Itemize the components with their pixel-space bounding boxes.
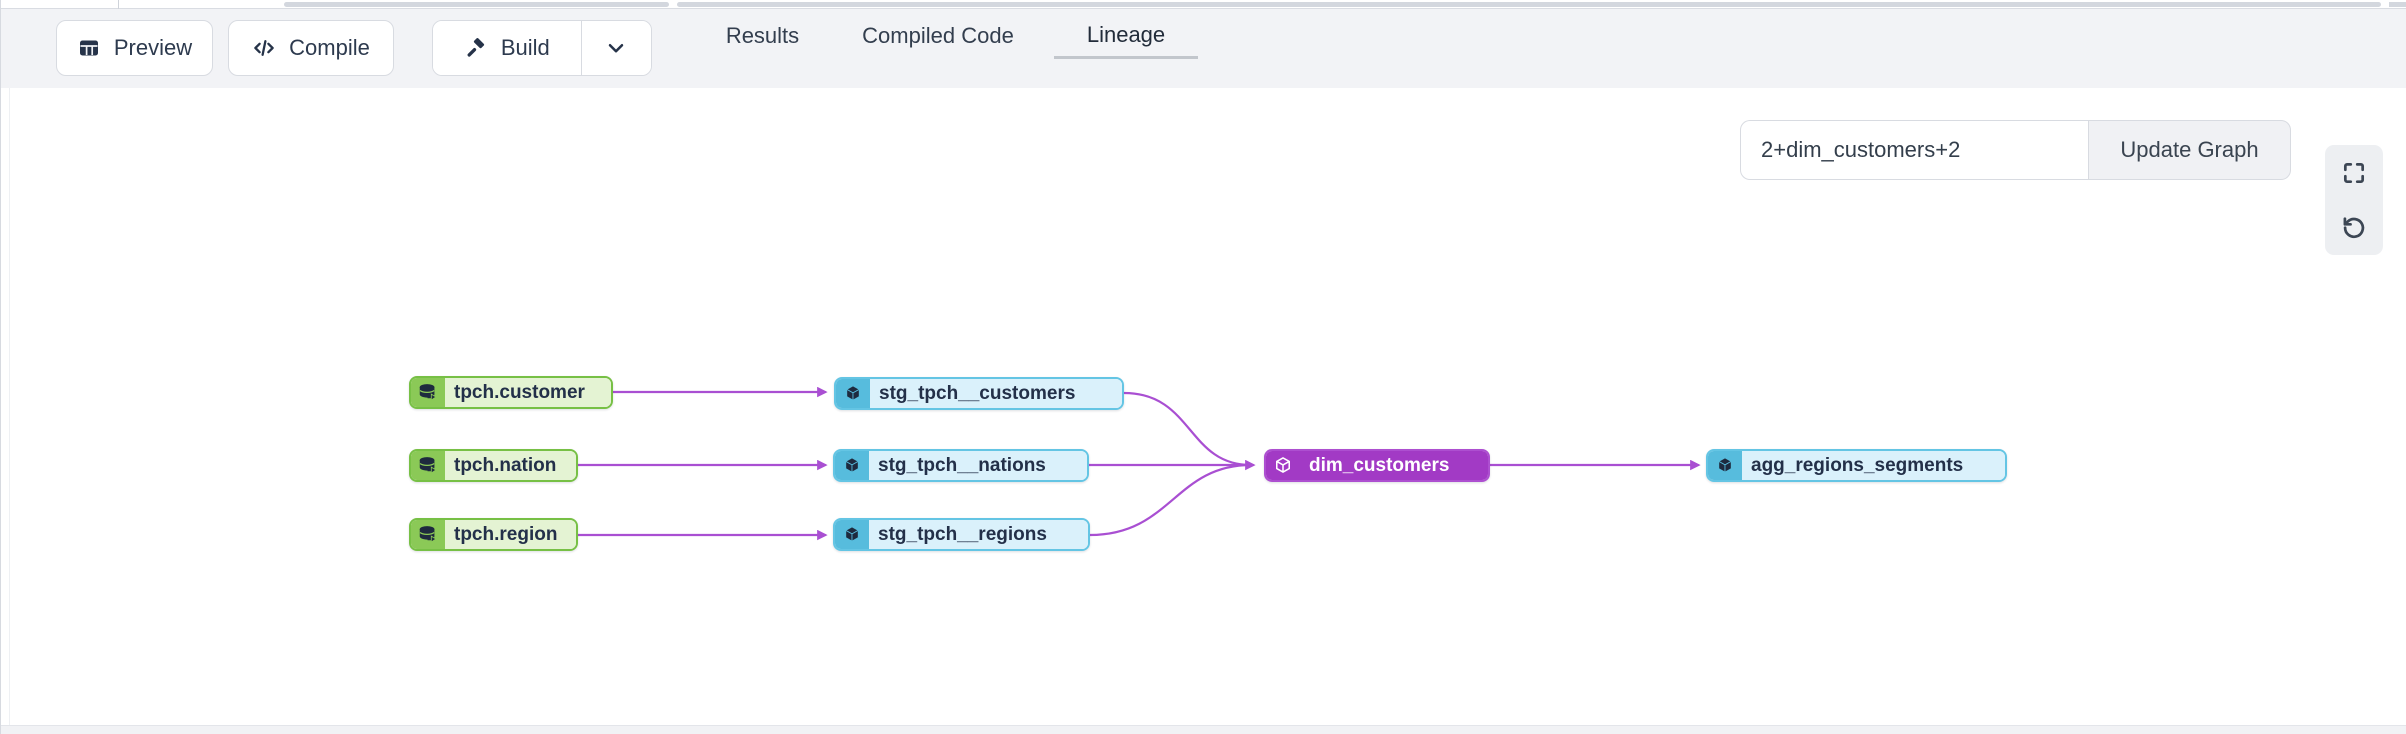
compile-label: Compile (289, 35, 370, 61)
cube-icon (836, 379, 870, 408)
cube-icon (835, 520, 869, 549)
fullscreen-icon (2341, 160, 2367, 186)
build-split-button: Build (432, 20, 652, 76)
preview-label: Preview (114, 35, 192, 61)
node-label: tpch.region (445, 520, 576, 549)
cube-icon (1708, 451, 1742, 480)
edge-stgcustomers-dim (1124, 393, 1251, 465)
tab-lineage[interactable]: Lineage (1054, 13, 1198, 59)
tab-compiled-code[interactable]: Compiled Code (828, 13, 1048, 59)
toolbar: Preview Compile Build (1, 9, 2406, 88)
build-dropdown-button[interactable] (582, 21, 651, 75)
edge-stgregions-dim (1090, 465, 1251, 535)
node-tpch-customer[interactable]: tpch.customer (409, 376, 613, 409)
node-label: stg_tpch__nations (869, 451, 1087, 480)
node-dim-customers[interactable]: dim_customers (1264, 449, 1490, 482)
tab-lineage-label: Lineage (1087, 22, 1165, 48)
lineage-selector-input[interactable] (1740, 120, 2088, 180)
update-graph-button[interactable]: Update Graph (2088, 120, 2291, 180)
tab-results[interactable]: Results (697, 13, 828, 59)
node-label: tpch.customer (445, 378, 611, 407)
horizontal-scrollbar[interactable] (2389, 2, 2406, 7)
fullscreen-button[interactable] (2325, 145, 2383, 200)
node-stg-tpch-regions[interactable]: stg_tpch__regions (833, 518, 1090, 551)
node-label: stg_tpch__customers (870, 379, 1122, 408)
horizontal-scrollbar[interactable] (284, 2, 669, 7)
pane-divider (118, 0, 119, 9)
table-icon (77, 36, 101, 60)
node-tpch-region[interactable]: tpch.region (409, 518, 578, 551)
editor-bottom-strip (1, 0, 2406, 9)
preview-button[interactable]: Preview (56, 20, 213, 76)
chevron-down-icon (604, 36, 628, 60)
canvas-left-divider (9, 88, 10, 725)
node-label: stg_tpch__regions (869, 520, 1088, 549)
cube-icon (1266, 451, 1300, 480)
tab-compiled-code-label: Compiled Code (862, 23, 1014, 49)
node-tpch-nation[interactable]: tpch.nation (409, 449, 578, 482)
node-label: agg_regions_segments (1742, 451, 2005, 480)
node-agg-regions-segments[interactable]: agg_regions_segments (1706, 449, 2007, 482)
build-button[interactable]: Build (433, 21, 581, 75)
build-label: Build (501, 35, 550, 61)
reset-view-button[interactable] (2325, 200, 2383, 255)
database-icon (411, 451, 445, 480)
lineage-edges (1, 88, 2406, 725)
node-stg-tpch-nations[interactable]: stg_tpch__nations (833, 449, 1089, 482)
bottom-strip (1, 725, 2406, 734)
database-icon (411, 378, 445, 407)
tab-results-label: Results (726, 23, 799, 49)
horizontal-scrollbar[interactable] (677, 2, 2381, 7)
database-icon (411, 520, 445, 549)
compile-button[interactable]: Compile (228, 20, 394, 76)
hammer-icon (464, 36, 488, 60)
lineage-canvas[interactable]: tpch.customer tpch.nation (1, 88, 2406, 725)
reset-view-icon (2341, 215, 2367, 241)
node-label: tpch.nation (445, 451, 576, 480)
lineage-selector-group: Update Graph (1740, 120, 2291, 180)
node-stg-tpch-customers[interactable]: stg_tpch__customers (834, 377, 1124, 410)
code-icon (252, 36, 276, 60)
cube-icon (835, 451, 869, 480)
node-label: dim_customers (1300, 451, 1488, 480)
ide-screen: Preview Compile Build (0, 0, 2406, 734)
view-controls-panel (2325, 145, 2383, 255)
